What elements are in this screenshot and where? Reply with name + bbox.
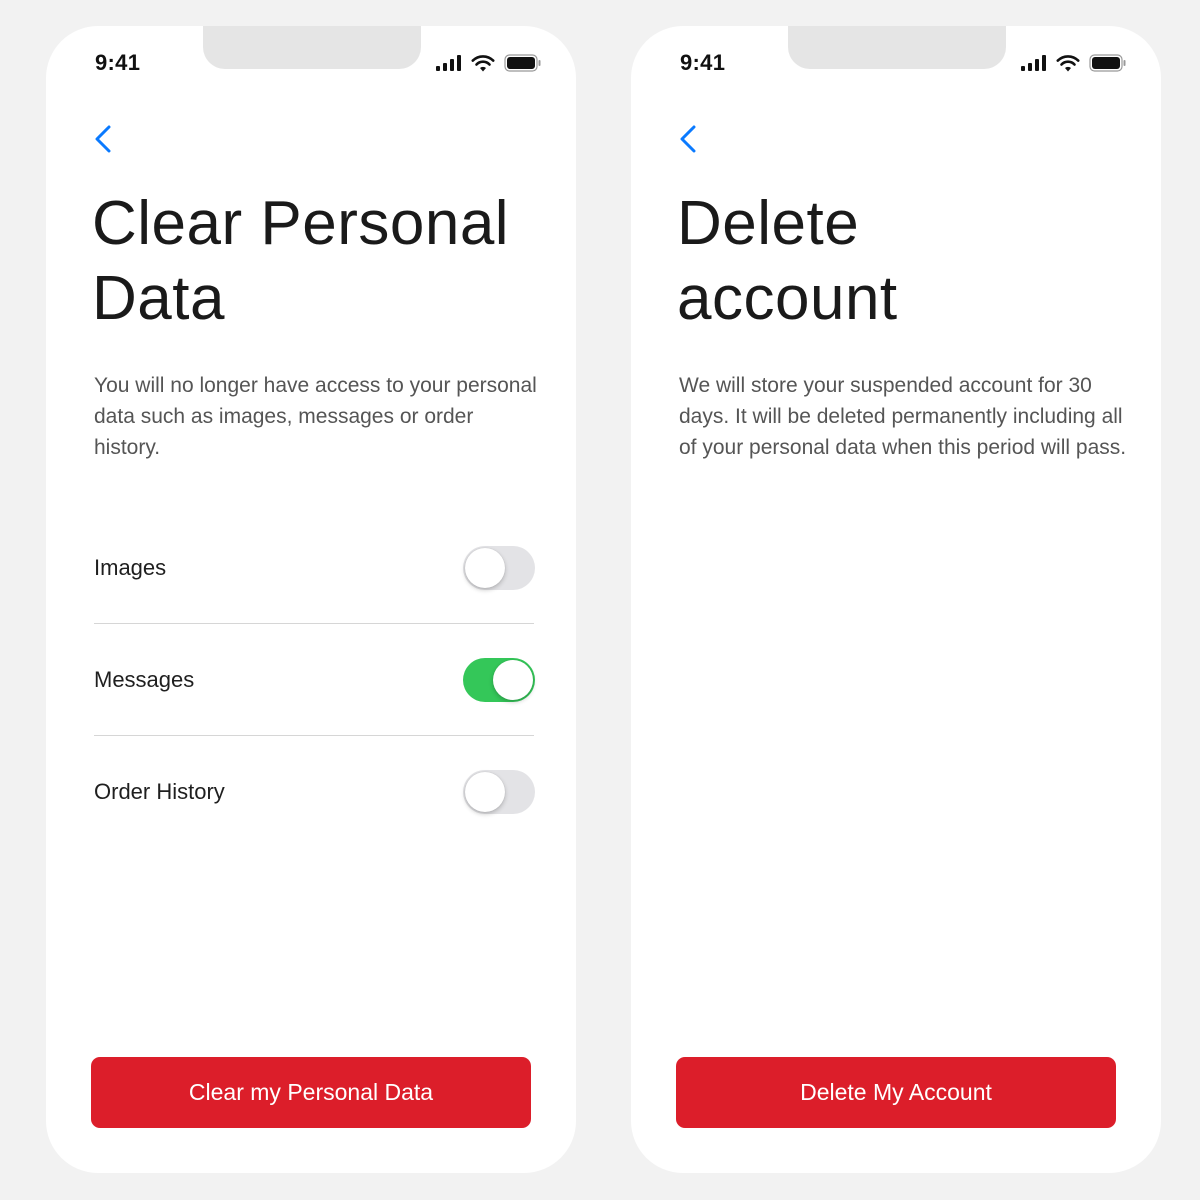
- cellular-signal-icon: [1021, 55, 1046, 71]
- chevron-left-icon[interactable]: [92, 124, 114, 154]
- device-notch: [203, 26, 421, 69]
- option-row-order-history: Order History: [94, 736, 535, 848]
- data-options-list: Images Messages Order History: [94, 512, 535, 848]
- page-description: We will store your suspended account for…: [679, 374, 1127, 459]
- option-label: Messages: [94, 666, 195, 692]
- wifi-icon: [471, 54, 495, 71]
- option-row-messages: Messages: [94, 624, 535, 736]
- toggle-knob: [493, 659, 533, 700]
- toggle-knob: [465, 772, 505, 812]
- order-history-toggle[interactable]: [463, 770, 535, 814]
- page-title: Delete account: [677, 189, 898, 333]
- status-bar-icons: [436, 54, 542, 72]
- toggle-knob: [465, 547, 505, 588]
- option-label: Images: [94, 554, 167, 580]
- messages-toggle[interactable]: [463, 657, 535, 702]
- wifi-icon: [1056, 54, 1080, 71]
- status-bar-icons: [1021, 54, 1127, 72]
- clear-personal-data-button[interactable]: Clear my Personal Data: [91, 1057, 531, 1128]
- device-notch: [788, 26, 1006, 69]
- clear-personal-data-screen: 9:41 Clear Personal Data You will no lon…: [46, 26, 576, 1173]
- delete-account-screen: 9:41 Delete account We will store your s…: [631, 26, 1161, 1173]
- option-label: Order History: [94, 779, 225, 804]
- page-description: You will no longer have access to your p…: [94, 374, 537, 459]
- option-row-images: Images: [94, 512, 535, 624]
- cellular-signal-icon: [436, 55, 461, 71]
- battery-icon: [504, 54, 541, 72]
- battery-icon: [1089, 54, 1126, 72]
- status-bar-time: 9:41: [680, 50, 726, 75]
- status-bar-time: 9:41: [95, 50, 141, 75]
- images-toggle[interactable]: [463, 545, 535, 590]
- delete-account-button[interactable]: Delete My Account: [676, 1057, 1116, 1128]
- chevron-left-icon[interactable]: [677, 124, 699, 154]
- page-title: Clear Personal Data: [92, 189, 510, 333]
